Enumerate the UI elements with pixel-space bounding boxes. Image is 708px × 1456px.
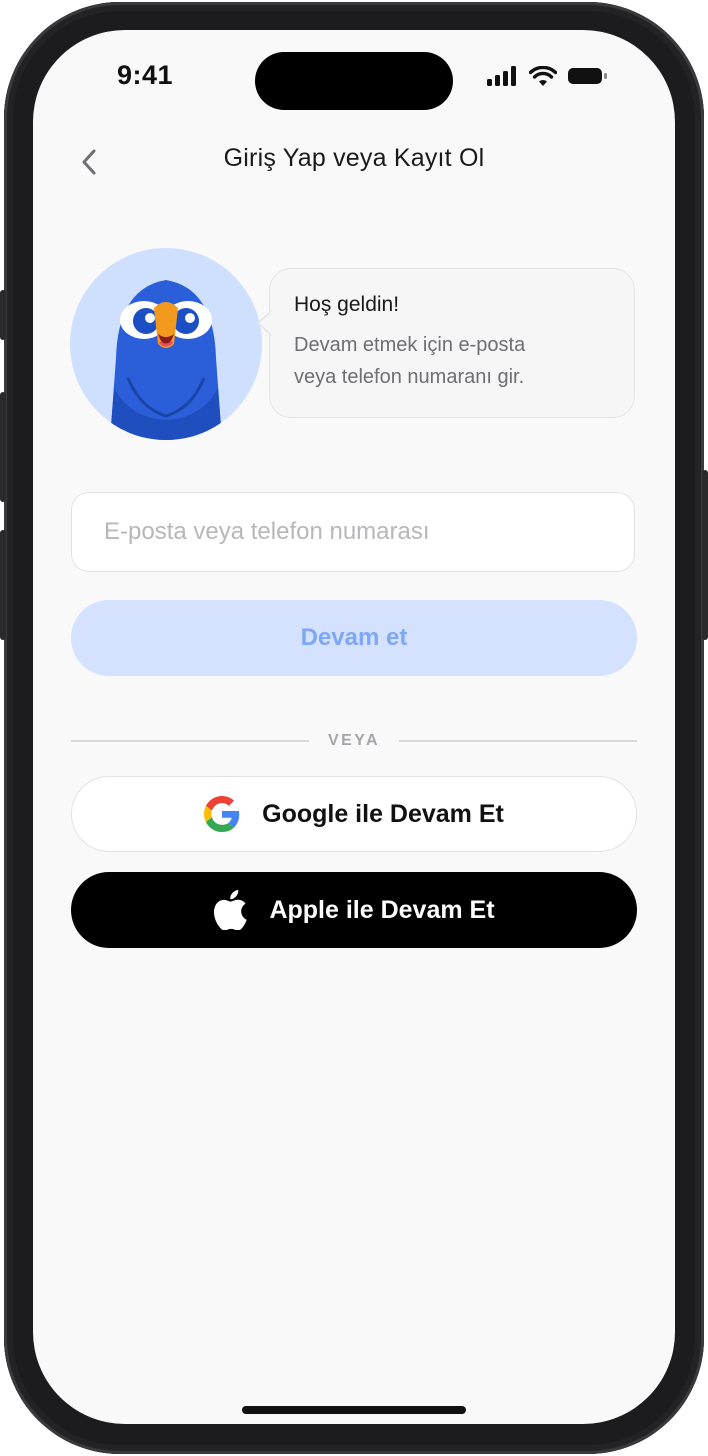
continue-button-label: Devam et — [300, 624, 408, 651]
battery-icon — [568, 68, 607, 84]
app-screen: 9:41 Giriş Yap veya Kayıt Ol Hoş geldin!… — [33, 30, 675, 1424]
divider-line-right — [399, 740, 637, 742]
google-button-label: Google ile Devam Et — [262, 799, 504, 828]
status-time: 9:41 — [117, 60, 174, 90]
mascot-avatar — [70, 248, 262, 440]
welcome-line-2: veya telefon numaranı gir. — [294, 366, 525, 388]
parrot-mascot-illustration — [110, 280, 222, 440]
phone-volume-up-button — [0, 392, 6, 502]
wifi-icon — [529, 66, 557, 86]
email-or-phone-field[interactable] — [71, 492, 635, 572]
phone-volume-down-button — [0, 530, 6, 640]
home-indicator[interactable] — [242, 1406, 466, 1414]
status-icons — [487, 66, 609, 86]
phone-power-button — [702, 470, 708, 640]
phone-action-button — [0, 290, 6, 340]
bubble-tail — [257, 309, 272, 337]
apple-signin-button[interactable]: Apple ile Devam Et — [71, 872, 637, 948]
dynamic-island — [255, 52, 453, 110]
google-logo-icon — [204, 796, 240, 832]
google-signin-button[interactable]: Google ile Devam Et — [71, 776, 637, 852]
welcome-bubble: Hoş geldin! Devam etmek için e-posta vey… — [257, 268, 635, 418]
email-or-phone-input[interactable] — [102, 517, 634, 547]
continue-button[interactable]: Devam et — [71, 600, 637, 676]
apple-logo-icon — [214, 890, 248, 930]
cellular-signal-icon — [487, 66, 516, 86]
welcome-line-1: Devam etmek için e-posta — [294, 334, 526, 356]
apple-button-label: Apple ile Devam Et — [269, 895, 495, 924]
welcome-title: Hoş geldin! — [294, 293, 400, 316]
page-title: Giriş Yap veya Kayıt Ol — [223, 144, 485, 172]
